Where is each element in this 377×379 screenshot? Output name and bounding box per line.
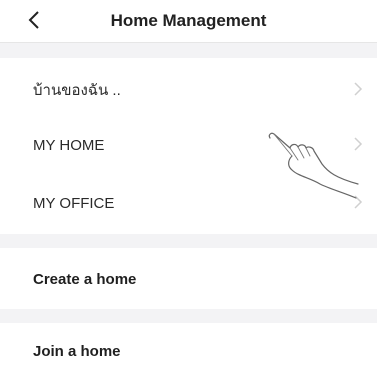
chevron-right-icon: [354, 82, 363, 96]
chevron-right-icon: [354, 137, 363, 151]
home-name: บ้านของฉัน ..: [33, 82, 121, 99]
header-bar: Home Management: [0, 0, 377, 43]
home-item-1[interactable]: บ้านของฉัน ..: [0, 62, 377, 118]
back-button[interactable]: [24, 8, 44, 32]
home-item-3[interactable]: MY OFFICE: [0, 175, 377, 231]
home-name: MY OFFICE: [33, 194, 115, 212]
section-gap: [0, 309, 377, 323]
create-home-button[interactable]: Create a home: [0, 251, 377, 307]
create-home-section: Create a home: [0, 248, 377, 309]
page-title: Home Management: [110, 11, 267, 30]
home-list: บ้านของฉัน .. MY HOME MY OFFICE: [0, 58, 377, 234]
section-gap: [0, 43, 377, 58]
home-name: MY HOME: [33, 136, 105, 154]
join-home-label: Join a home: [33, 342, 121, 360]
join-home-section: Join a home: [0, 323, 377, 374]
chevron-right-icon: [354, 195, 363, 209]
create-home-label: Create a home: [33, 270, 137, 288]
chevron-left-icon: [28, 11, 39, 29]
home-management-screen: Home Management บ้านของฉัน .. MY HOME MY…: [0, 0, 377, 374]
section-gap: [0, 234, 377, 248]
join-home-button[interactable]: Join a home: [0, 323, 377, 379]
home-item-2[interactable]: MY HOME: [0, 117, 377, 173]
